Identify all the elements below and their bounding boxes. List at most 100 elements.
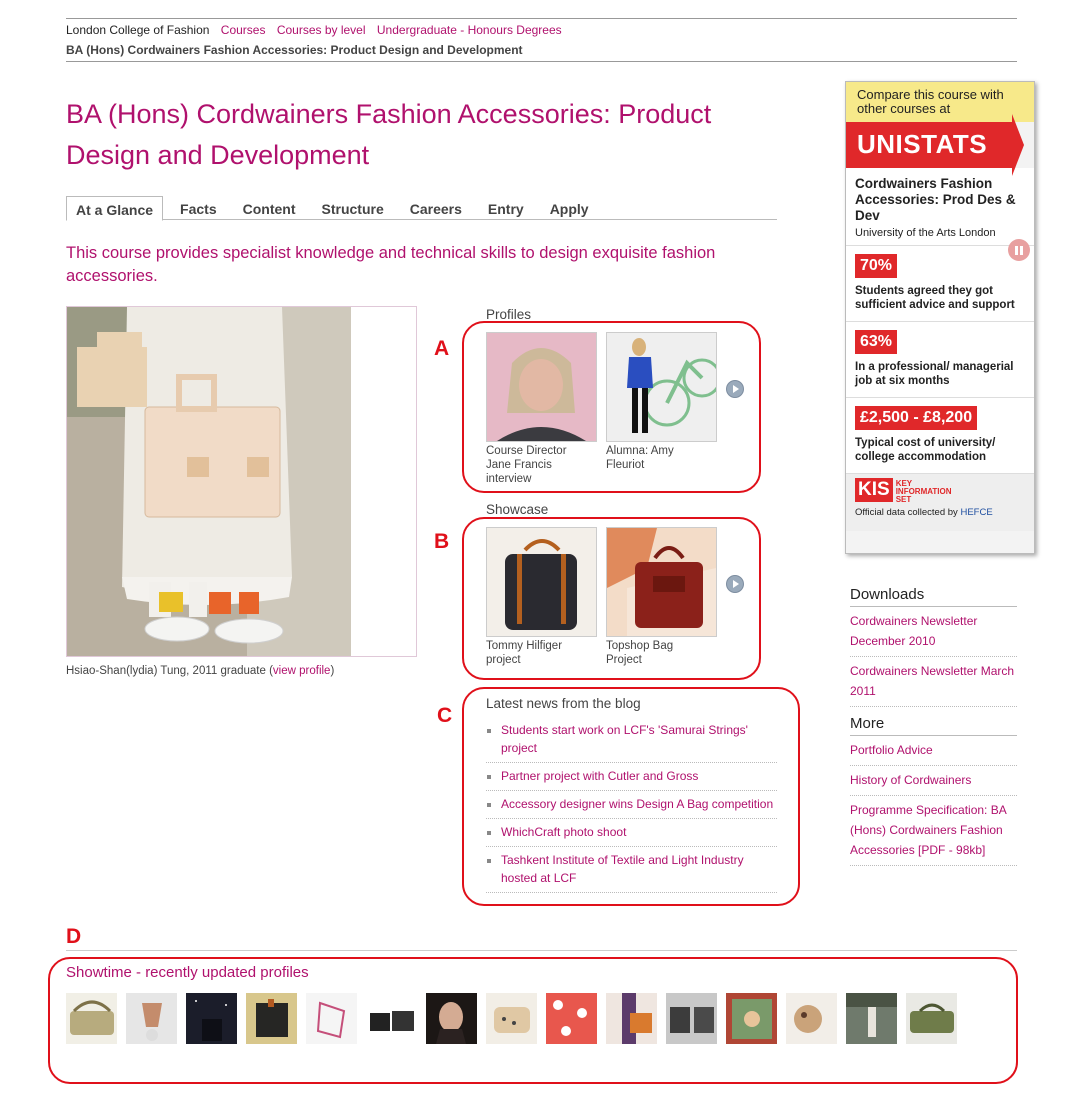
hero-caption-end: ) [330,665,335,677]
blog-link-cutler-and-gross[interactable]: Partner project with Cutler and Gross [501,769,698,783]
unistats-compare-text: Compare this course with other courses a… [846,82,1034,122]
backpack-image [487,528,596,636]
showtime-thumb[interactable] [666,993,717,1044]
blog-item: Students start work on LCF's 'Samurai St… [486,717,777,763]
showcase-heading: Showcase [486,502,549,517]
tab-careers[interactable]: Careers [401,196,471,220]
view-profile-link[interactable]: view profile [273,665,331,677]
blog-item: Accessory designer wins Design A Bag com… [486,791,777,819]
showtime-thumb[interactable] [906,993,957,1044]
annotation-label-c: C [437,704,453,727]
more-heading: More [850,715,1017,736]
showcase-thumb-topshop-bag[interactable] [606,527,717,637]
profiles-heading: Profiles [486,307,532,322]
tab-entry[interactable]: Entry [479,196,533,220]
tab-content[interactable]: Content [234,196,305,220]
stat-description: In a professional/ managerial job at six… [855,361,1014,387]
showtime-thumb[interactable] [546,993,597,1044]
more-list: Portfolio Advice History of Cordwainers … [850,736,1017,866]
blog-list: Students start work on LCF's 'Samurai St… [486,717,777,893]
stat-value: 63% [855,330,898,354]
tab-structure[interactable]: Structure [313,196,393,220]
blog-heading: Latest news from the blog [486,696,641,711]
showtime-thumb[interactable] [66,993,117,1044]
showtime-thumb[interactable] [426,993,477,1044]
list-item: Cordwainers Newsletter December 2010 [850,607,1017,657]
breadcrumb-top-rule [66,18,1017,19]
more-link-history[interactable]: History of Cordwainers [850,773,971,787]
tab-apply[interactable]: Apply [541,196,598,220]
showtime-thumb[interactable] [486,993,537,1044]
showtime-thumb[interactable] [246,993,297,1044]
stat-value: 70% [855,254,898,278]
stat-value: £2,500 - £8,200 [855,406,978,430]
unistats-stat: £2,500 - £8,200 Typical cost of universi… [846,397,1034,473]
more-link-portfolio-advice[interactable]: Portfolio Advice [850,743,933,757]
showtime-thumb[interactable] [786,993,837,1044]
kis-footer: KIS KEY INFORMATION SET Official data col… [846,473,1034,531]
kis-badge: KIS [855,478,893,502]
downloads-heading: Downloads [850,586,1017,607]
showtime-thumb[interactable] [846,993,897,1044]
showtime-thumb[interactable] [726,993,777,1044]
downloads-list: Cordwainers Newsletter December 2010 Cor… [850,607,1017,707]
breadcrumb-link-courses-by-level[interactable]: Courses by level [277,23,366,37]
list-item: Programme Specification: BA (Hons) Cordw… [850,796,1017,866]
unistats-arrow-icon [1012,114,1024,176]
showtime-heading: Showtime - recently updated profiles [66,964,309,981]
showtime-thumb[interactable] [126,993,177,1044]
profile-thumb-amy-fleuriot[interactable] [606,332,722,442]
blog-item: Tashkent Institute of Textile and Light … [486,847,777,893]
showcase-thumb-tommy-hilfiger[interactable] [486,527,597,637]
topshop-bag-image [607,528,716,636]
download-link-newsletter-dec-2010[interactable]: Cordwainers Newsletter December 2010 [850,614,977,648]
blog-link-tashkent[interactable]: Tashkent Institute of Textile and Light … [501,853,744,885]
breadcrumb-root: London College of Fashion [66,23,210,37]
tab-at-a-glance[interactable]: At a Glance [66,196,164,221]
breadcrumb-link-undergraduate[interactable]: Undergraduate - Honours Degrees [377,23,562,37]
alumna-image [607,333,722,441]
breadcrumb-current: BA (Hons) Cordwainers Fashion Accessorie… [66,43,523,57]
showcase-next-button[interactable] [726,575,744,593]
showcase-caption-topshop-bag: Topshop Bag Project [606,640,674,666]
showtime-thumb[interactable] [606,993,657,1044]
showcase-caption-tommy-hilfiger: Tommy Hilfiger project [486,640,563,666]
pause-icon[interactable] [1008,239,1030,261]
blog-link-whichcraft[interactable]: WhichCraft photo shoot [501,825,626,839]
annotation-label-d: D [66,925,82,948]
unistats-banner[interactable]: UNISTATS [846,114,1034,176]
more-link-programme-specification[interactable]: Programme Specification: BA (Hons) Cordw… [850,803,1006,857]
unistats-university: University of the Arts London [855,227,996,239]
breadcrumb-link-courses[interactable]: Courses [221,23,266,37]
course-tabs: At a Glance Facts Content Structure Care… [66,196,777,221]
blog-link-design-a-bag[interactable]: Accessory designer wins Design A Bag com… [501,797,773,811]
portrait-image [487,333,596,441]
tab-facts[interactable]: Facts [171,196,226,220]
profile-caption-jane-francis: Course Director Jane Francis interview [486,445,567,485]
breadcrumb: London College of Fashion Courses Course… [66,22,562,38]
profiles-next-button[interactable] [726,380,744,398]
showtime-thumb[interactable] [306,993,357,1044]
showtime-rule [66,950,1017,951]
annotation-label-b: B [434,530,450,553]
unistats-stat: 70% Students agreed they got sufficient … [846,245,1034,321]
course-intro: This course provides specialist knowledg… [66,244,716,285]
showtime-thumb[interactable] [366,993,417,1044]
unistats-widget[interactable]: Compare this course with other courses a… [845,81,1035,554]
kis-subtitle: KEY INFORMATION SET [895,479,952,504]
page-title: BA (Hons) Cordwainers Fashion Accessorie… [66,99,712,170]
list-item: History of Cordwainers [850,766,1017,796]
blog-link-samurai-strings[interactable]: Students start work on LCF's 'Samurai St… [501,723,748,755]
stat-description: Typical cost of university/ college acco… [855,437,996,463]
list-item: Portfolio Advice [850,736,1017,766]
annotation-label-a: A [434,337,450,360]
breadcrumb-bottom-rule [66,61,1017,62]
profile-caption-amy-fleuriot: Alumna: Amy Fleuriot [606,445,674,471]
download-link-newsletter-mar-2011[interactable]: Cordwainers Newsletter March 2011 [850,664,1014,698]
showtime-thumb[interactable] [186,993,237,1044]
hero-image [66,306,417,657]
stat-description: Students agreed they got sufficient advi… [855,285,1015,311]
hefce-link[interactable]: HEFCE [960,507,992,518]
blog-item: Partner project with Cutler and Gross [486,763,777,791]
profile-thumb-jane-francis[interactable] [486,332,597,442]
